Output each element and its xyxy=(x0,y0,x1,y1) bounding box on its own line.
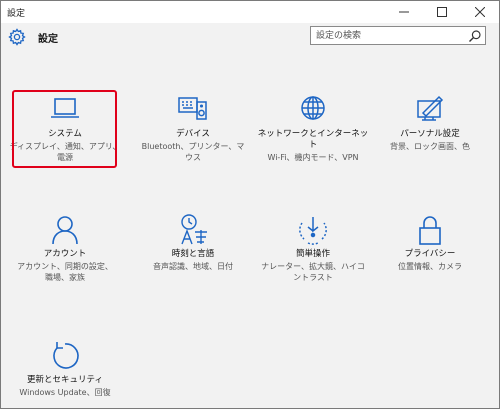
minimize-icon xyxy=(399,11,409,13)
person-icon xyxy=(52,216,78,245)
search-icon[interactable] xyxy=(468,29,482,43)
ease-of-access-icon xyxy=(299,217,327,245)
devices-icon xyxy=(178,97,207,120)
tile-label: デバイス xyxy=(176,129,210,139)
tile-devices[interactable]: デバイス Bluetooth、プリンター、マ ウス xyxy=(137,93,249,163)
title-bar: 設定 xyxy=(1,1,499,23)
tile-update-security[interactable]: 更新とセキュリティ Windows Update、回復 xyxy=(9,339,121,398)
tile-label: 時刻と言語 xyxy=(171,249,215,259)
page-title: 設定 xyxy=(38,34,58,45)
lock-icon xyxy=(419,216,441,245)
tile-label: 簡単操作 xyxy=(295,249,330,259)
tile-time-language[interactable]: 時刻と言語 音声認識、地域、日付 xyxy=(137,213,249,272)
tile-accounts[interactable]: アカウント アカウント、同期の設定、 職場、家族 xyxy=(9,213,121,283)
search-input[interactable] xyxy=(311,27,466,44)
tile-network[interactable]: ネットワークとインターネット Wi-Fi、機内モード、VPN xyxy=(257,93,369,163)
tile-label: プライバシー xyxy=(404,249,456,259)
settings-window: 設定 設定 設定の検索 システム ディスプレイ、通知、アプリ、 電源 デバイス … xyxy=(0,0,500,409)
tile-description: Bluetooth、プリンター、マ xyxy=(141,142,245,151)
close-button[interactable] xyxy=(461,1,499,23)
tile-description-cont: 職場、家族 xyxy=(45,273,85,282)
tile-label: アカウント xyxy=(43,249,87,259)
window-controls xyxy=(385,1,499,23)
tile-personalization[interactable]: パーソナル設定 背景、ロック画面、色 xyxy=(374,93,486,152)
tile-label: ネットワークとインターネット xyxy=(257,129,369,150)
tile-description: 位置情報、カメラ xyxy=(398,262,462,271)
tile-description-cont: ウス xyxy=(185,153,201,162)
tile-description: 音声認識、地域、日付 xyxy=(153,262,233,271)
search-box xyxy=(310,26,486,45)
gear-icon xyxy=(8,28,26,46)
tile-privacy[interactable]: プライバシー 位置情報、カメラ xyxy=(374,213,486,272)
tile-label: パーソナル設定 xyxy=(400,129,460,139)
globe-icon xyxy=(301,96,325,120)
time-language-icon xyxy=(181,214,207,245)
update-icon xyxy=(53,342,79,369)
personalization-icon xyxy=(417,95,444,121)
tile-description: Windows Update、回復 xyxy=(19,388,111,397)
minimize-button[interactable] xyxy=(385,1,423,23)
tile-description: Wi-Fi、機内モード、VPN xyxy=(267,153,359,162)
tile-ease-of-access[interactable]: 簡単操作 ナレーター、拡大鏡、ハイコ ントラスト xyxy=(257,213,369,283)
close-icon xyxy=(475,7,485,17)
maximize-button[interactable] xyxy=(423,1,461,23)
maximize-icon xyxy=(437,7,447,17)
tile-description-cont: ントラスト xyxy=(293,273,333,282)
tile-description: ナレーター、拡大鏡、ハイコ xyxy=(261,262,365,271)
tile-description: 背景、ロック画面、色 xyxy=(390,142,470,151)
selection-highlight xyxy=(12,90,117,168)
tile-description: アカウント、同期の設定、 xyxy=(17,262,113,271)
window-title: 設定 xyxy=(7,8,26,19)
tile-label: 更新とセキュリティ xyxy=(27,375,103,385)
